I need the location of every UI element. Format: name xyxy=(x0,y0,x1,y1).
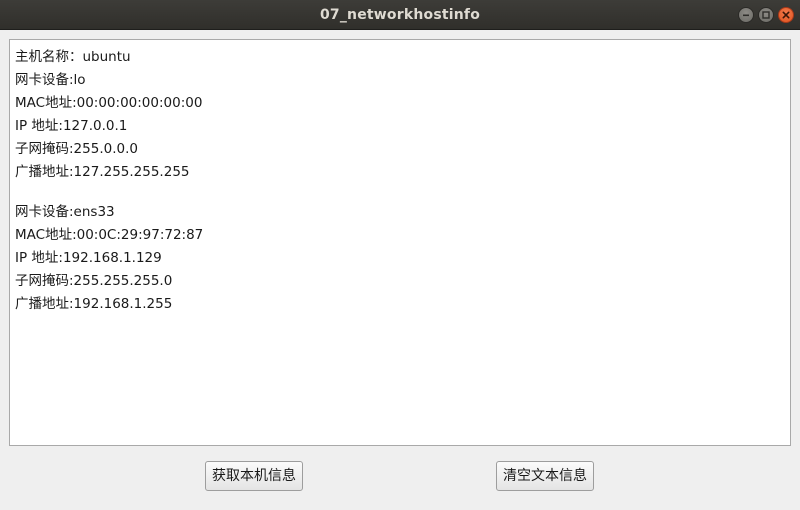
text-line: 子网掩码:255.255.255.0 xyxy=(15,273,173,289)
text-line: 主机名称：ubuntu xyxy=(15,49,131,65)
text-line: 网卡设备:ens33 xyxy=(15,204,115,220)
host-info-text-area[interactable]: 主机名称：ubuntu 网卡设备:lo MAC地址:00:00:00:00:00… xyxy=(9,39,791,446)
text-line: 网卡设备:lo xyxy=(15,72,86,88)
get-host-info-button[interactable]: 获取本机信息 xyxy=(205,461,303,491)
minimize-button[interactable] xyxy=(738,7,754,23)
maximize-button[interactable] xyxy=(758,7,774,23)
text-line: 广播地址:192.168.1.255 xyxy=(15,296,173,312)
minimize-icon xyxy=(743,14,749,17)
window-title: 07_networkhostinfo xyxy=(319,7,481,23)
close-icon xyxy=(782,11,790,19)
text-line: IP 地址:127.0.0.1 xyxy=(15,118,128,134)
text-line: IP 地址:192.168.1.129 xyxy=(15,250,162,266)
clear-text-button[interactable]: 清空文本信息 xyxy=(496,461,594,491)
host-info-lines: 主机名称：ubuntu 网卡设备:lo MAC地址:00:00:00:00:00… xyxy=(15,46,203,316)
maximize-icon xyxy=(762,11,770,19)
title-bar[interactable]: 07_networkhostinfo xyxy=(0,0,800,30)
close-button[interactable] xyxy=(778,7,794,23)
text-line: 子网掩码:255.0.0.0 xyxy=(15,141,138,157)
app-window: 07_networkhostinfo 主机名称：ubuntu 网卡设备:lo M… xyxy=(0,0,800,510)
text-line: MAC地址:00:00:00:00:00:00 xyxy=(15,95,203,111)
text-line: 广播地址:127.255.255.255 xyxy=(15,164,190,180)
text-line: MAC地址:00:0C:29:97:72:87 xyxy=(15,227,204,243)
